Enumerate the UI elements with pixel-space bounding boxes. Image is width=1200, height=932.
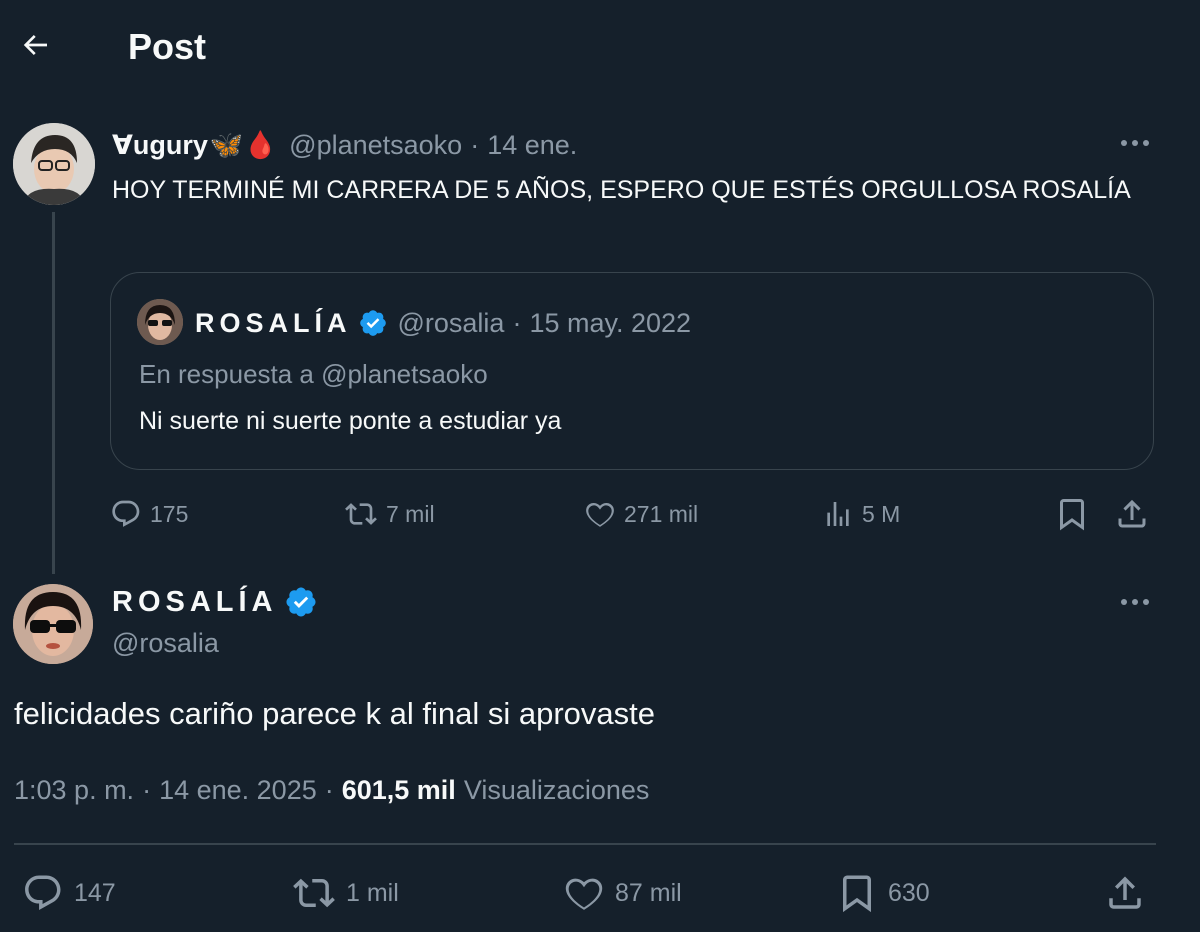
bookmark-icon — [1054, 496, 1090, 532]
page-title: Post — [128, 26, 207, 67]
separator-dot: · — [324, 774, 334, 805]
divider — [14, 843, 1156, 845]
share-button[interactable] — [1104, 872, 1146, 914]
parent-share-button[interactable] — [1114, 496, 1150, 532]
views-count: 5 M — [862, 500, 901, 527]
bookmark-count: 630 — [888, 878, 930, 907]
views-count: 601,5 mil — [341, 774, 456, 805]
parent-reply-button[interactable]: 175 — [110, 498, 188, 530]
reply-icon — [22, 872, 64, 914]
main-avatar[interactable] — [13, 584, 93, 664]
more-dots-icon — [1120, 598, 1150, 606]
parent-handle[interactable]: @planetsaoko — [289, 130, 462, 161]
repost-button[interactable]: 1 mil — [292, 872, 399, 914]
bookmark-button[interactable]: 630 — [836, 872, 930, 914]
parent-repost-button[interactable]: 7 mil — [344, 498, 435, 530]
verified-badge-icon — [358, 308, 388, 338]
parent-display-name[interactable]: Ɐugury — [112, 130, 208, 161]
butterfly-blood-emoji: 🦋🩸 — [209, 130, 278, 160]
main-handle[interactable]: @rosalia — [112, 628, 219, 659]
main-post-text: felicidades cariño parece k al final si … — [14, 696, 656, 731]
like-button[interactable]: 87 mil — [563, 872, 682, 914]
reply-count: 147 — [74, 878, 116, 907]
quoted-post-card[interactable]: ROSALÍA @rosalia · 15 may. 2022 En respu… — [110, 272, 1154, 470]
repost-count: 7 mil — [386, 500, 435, 527]
thread-line — [52, 212, 55, 574]
views-label: Visualizaciones — [463, 774, 650, 805]
parent-post-text: HOY TERMINÉ MI CARRERA DE 5 AÑOS, ESPERO… — [112, 176, 1131, 204]
verified-badge-icon — [284, 585, 318, 619]
main-display-name[interactable]: ROSALÍA — [112, 586, 278, 619]
post-date[interactable]: 14 ene. 2025 — [159, 775, 317, 806]
quote-handle[interactable]: @rosalia — [398, 308, 505, 339]
quote-display-name[interactable]: ROSALÍA — [195, 308, 352, 339]
repost-count: 1 mil — [346, 878, 399, 907]
repost-icon — [344, 498, 378, 530]
share-icon — [1114, 496, 1150, 532]
parent-views-button[interactable]: 5 M — [822, 498, 900, 530]
main-post-header: ROSALÍA — [112, 582, 318, 622]
share-icon — [1104, 872, 1146, 914]
parent-post-header: Ɐugury 🦋🩸 @planetsaoko · 14 ene. — [112, 127, 577, 163]
bookmark-icon — [836, 872, 878, 914]
quote-avatar — [137, 299, 183, 345]
parent-more-button[interactable] — [1112, 125, 1158, 161]
repost-icon — [292, 872, 336, 914]
separator-dot: · — [142, 774, 152, 805]
heart-icon — [563, 872, 605, 914]
like-count: 271 mil — [624, 500, 699, 527]
like-count: 87 mil — [615, 878, 682, 907]
separator-dot: · — [512, 307, 522, 338]
main-more-button[interactable] — [1112, 584, 1158, 620]
quote-reply-to: En respuesta a @planetsaoko — [139, 359, 488, 389]
quote-date[interactable]: 15 may. 2022 — [529, 308, 691, 339]
parent-date[interactable]: 14 ene. — [487, 130, 577, 161]
back-button[interactable] — [14, 24, 56, 66]
parent-bookmark-button[interactable] — [1054, 496, 1090, 532]
arrow-left-icon — [19, 29, 51, 61]
post-meta: 1:03 p. m. · 14 ene. 2025 · 601,5 mil Vi… — [14, 772, 649, 808]
separator-dot: · — [470, 129, 480, 160]
views-chart-icon — [822, 498, 854, 530]
more-dots-icon — [1120, 139, 1150, 147]
post-time[interactable]: 1:03 p. m. — [14, 775, 134, 806]
quote-header: ROSALÍA @rosalia · 15 may. 2022 — [195, 305, 691, 341]
quote-text: Ni suerte ni suerte ponte a estudiar ya — [139, 407, 562, 435]
reply-icon — [110, 498, 142, 530]
parent-avatar[interactable] — [13, 123, 95, 205]
heart-icon — [584, 498, 616, 530]
reply-button[interactable]: 147 — [22, 872, 116, 914]
reply-count: 175 — [150, 500, 189, 527]
parent-like-button[interactable]: 271 mil — [584, 498, 698, 530]
